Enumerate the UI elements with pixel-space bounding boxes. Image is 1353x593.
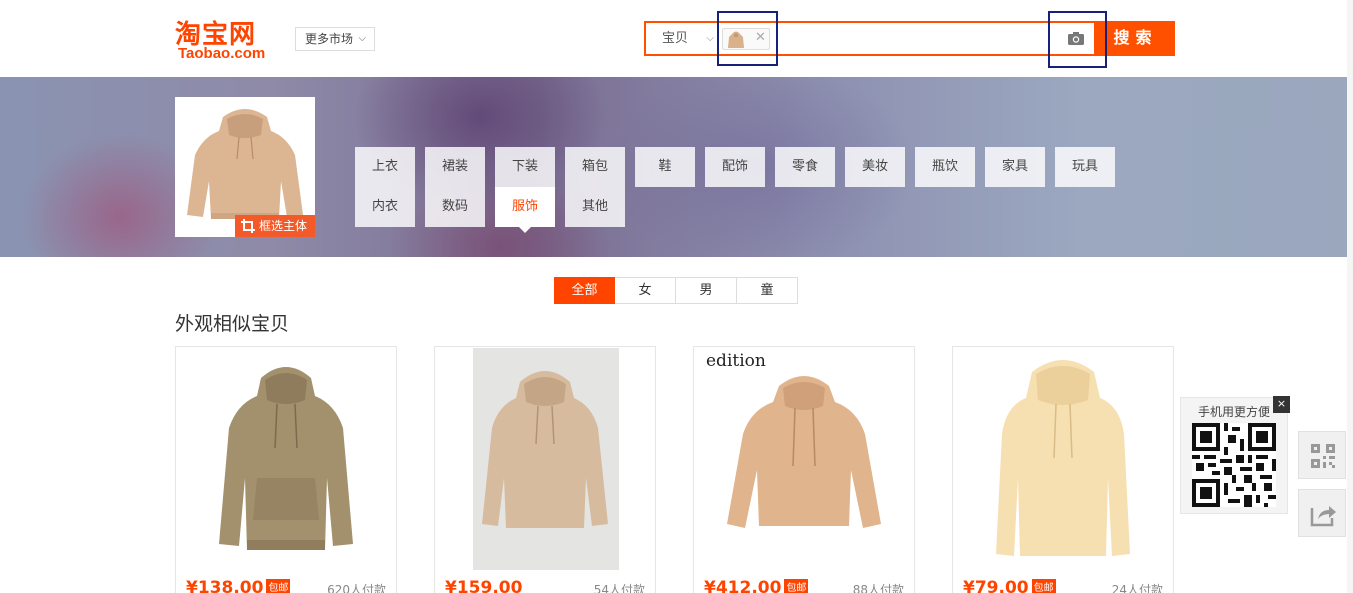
taobao-logo[interactable]: 淘宝网 Taobao.com [175,14,285,64]
qr-toggle-button[interactable] [1298,431,1346,479]
search-type-select[interactable]: 宝贝 ⌵ [652,23,716,54]
crop-subject-label: 框选主体 [259,219,308,233]
close-icon[interactable]: × [1273,396,1290,413]
sales-count: 54人付款 [593,583,645,593]
category-item[interactable]: 上衣 [355,147,415,187]
search-button[interactable]: 搜索 [1096,21,1175,56]
header: 淘宝网 Taobao.com 更多市场 ⌵ 宝贝 ⌵ ✕ 搜索 [0,0,1353,77]
image-search-banner: 框选主体 上衣 裙装 下装 箱包 鞋 配饰 零食 美妆 瓶饮 家具 玩具 内衣 … [0,77,1353,257]
more-markets-dropdown[interactable]: 更多市场 ⌵ [295,27,375,51]
product-image [473,348,619,570]
qr-code-icon [1192,423,1276,507]
category-item[interactable]: 其他 [565,187,625,227]
crop-subject-button[interactable]: 框选主体 [235,215,315,237]
price-value: ¥159.00 [445,578,523,593]
share-icon [1310,506,1336,527]
sales-count: 24人付款 [1111,583,1163,593]
price-value: ¥79.00 [963,578,1029,593]
remove-image-icon[interactable]: ✕ [755,30,766,45]
category-item[interactable]: 瓶饮 [915,147,975,187]
category-item[interactable]: 箱包 [565,147,625,187]
tab-men[interactable]: 男 [676,277,737,304]
crop-icon [241,219,255,233]
logo-text-en: Taobao.com [178,45,266,62]
product-card[interactable]: ¥138.00 包邮 620人付款 [175,346,397,593]
qr-label: 手机用更方便 [1197,405,1270,419]
product-price: ¥79.00 包邮 [963,578,1056,593]
section-title: 外观相似宝贝 [175,313,290,335]
product-card[interactable]: ¥159.00 54人付款 [434,346,656,593]
hoodie-thumbnail-icon [728,31,744,48]
product-price: ¥138.00 包邮 [186,578,291,593]
product-image [996,360,1130,556]
price-value: ¥138.00 [186,578,264,593]
category-item[interactable]: 玩具 [1055,147,1115,187]
search-input[interactable] [776,25,1046,52]
query-image: 框选主体 [175,97,315,237]
qr-small-icon [1311,444,1335,468]
category-item[interactable]: 鞋 [635,147,695,187]
product-card[interactable]: ¥79.00 包邮 24人付款 [952,346,1174,593]
chevron-down-icon: ⌵ [358,33,366,44]
category-item[interactable]: 下装 [495,147,555,187]
free-shipping-badge: 包邮 [784,579,809,593]
gender-tabs: 全部 女 男 童 [554,277,798,304]
category-item[interactable]: 内衣 [355,187,415,227]
scrollbar[interactable] [1347,0,1353,593]
product-card[interactable]: edition ¥412.00 包邮 88人付款 [693,346,915,593]
product-price: ¥412.00 包邮 [704,578,809,593]
free-shipping-badge: 包邮 [266,579,291,593]
camera-icon[interactable] [1064,28,1088,50]
product-image [727,376,881,528]
category-item[interactable]: 美妆 [845,147,905,187]
search-type-label: 宝贝 [662,31,689,46]
sales-count: 88人付款 [852,583,904,593]
category-item-active[interactable]: 服饰 [495,187,555,233]
tab-women[interactable]: 女 [615,277,676,304]
product-price: ¥159.00 [445,578,522,593]
mobile-qr-panel: 手机用更方便 × [1180,396,1290,514]
category-item[interactable]: 家具 [985,147,1045,187]
image-query-chip[interactable]: ✕ [722,28,770,50]
product-image [219,367,353,550]
tab-kids[interactable]: 童 [737,277,798,304]
category-item[interactable]: 裙装 [425,147,485,187]
category-item[interactable]: 零食 [775,147,835,187]
sales-count: 620人付款 [327,583,386,593]
share-button[interactable] [1298,489,1346,537]
page: 淘宝网 Taobao.com 更多市场 ⌵ 宝贝 ⌵ ✕ 搜索 框选主体 上衣 … [0,0,1353,593]
chevron-down-icon: ⌵ [706,33,714,44]
category-item[interactable]: 配饰 [705,147,765,187]
tab-all[interactable]: 全部 [554,277,615,304]
price-value: ¥412.00 [704,578,782,593]
category-item[interactable]: 数码 [425,187,485,227]
search-bar: 宝贝 ⌵ ✕ [644,21,1096,56]
free-shipping-badge: 包邮 [1031,579,1056,593]
more-markets-label: 更多市场 [305,32,354,46]
